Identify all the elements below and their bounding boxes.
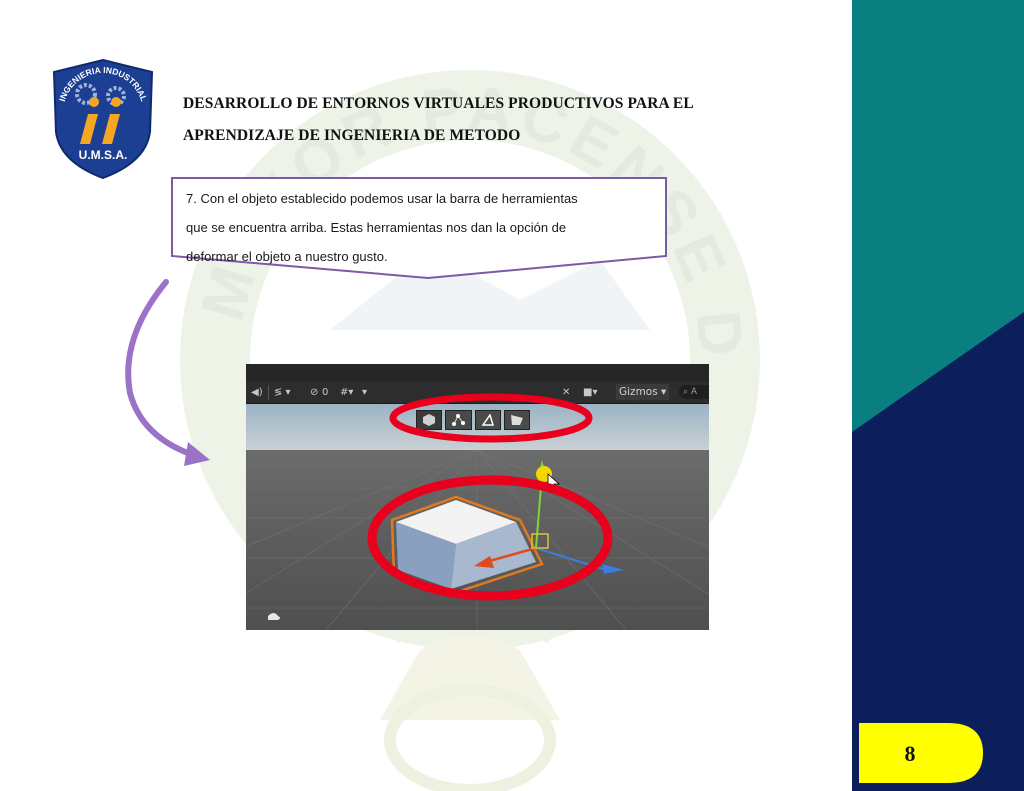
title-line-2: APRENDIZAJE DE INGENIERIA DE METODO	[183, 127, 521, 144]
screenshot-top-bar	[246, 364, 709, 382]
grid-icon[interactable]: #▾	[340, 385, 353, 400]
instruction-callout: 7. Con el objeto establecido podemos usa…	[170, 176, 668, 280]
effects-icon[interactable]: ≶ ▾	[274, 385, 291, 400]
hidden-count: 0	[322, 387, 329, 398]
toolbar-highlight-ellipse	[389, 393, 593, 443]
search-placeholder: A	[690, 387, 698, 397]
title-line-1: DESARROLLO DE ENTORNOS VIRTUALES PRODUCT…	[183, 95, 694, 112]
page-number: 8	[904, 741, 916, 766]
audio-icon[interactable]: ◀)	[251, 385, 263, 400]
scene-search-input[interactable]: ⌕ A	[679, 385, 709, 399]
page: MAYOR PACENSE DE SAN ANDRES UNIVERSIDAD …	[0, 0, 1024, 791]
unity-scene-screenshot: ◀) ≶ ▾ ⊘ 0 #▾ ▾ ✕ ■▾ Gizmos ▾ ⌕ A	[246, 364, 709, 630]
umsa-industrial-engineering-logo: INGENIERIA INDUSTRIAL U.M.S.A.	[52, 58, 154, 180]
logo-bottom-text: U.M.S.A.	[79, 148, 128, 162]
gizmos-label: Gizmos	[619, 386, 658, 398]
callout-line-2: que se encuentra arriba. Estas herramien…	[186, 220, 567, 235]
grid-dropdown-icon[interactable]: ▾	[362, 385, 367, 400]
callout-line-3: deformar el objeto a nuestro gusto.	[186, 249, 388, 264]
callout-line-1: 7. Con el objeto establecido podemos usa…	[186, 191, 578, 206]
gizmos-dropdown[interactable]: Gizmos ▾	[616, 384, 670, 400]
document-title: DESARROLLO DE ENTORNOS VIRTUALES PRODUCT…	[183, 88, 823, 152]
decorative-side-band	[852, 0, 1024, 791]
callout-text: 7. Con el objeto establecido podemos usa…	[186, 184, 666, 271]
hidden-objects-icon[interactable]: ⊘	[310, 385, 318, 400]
curved-arrow-icon	[125, 279, 210, 466]
